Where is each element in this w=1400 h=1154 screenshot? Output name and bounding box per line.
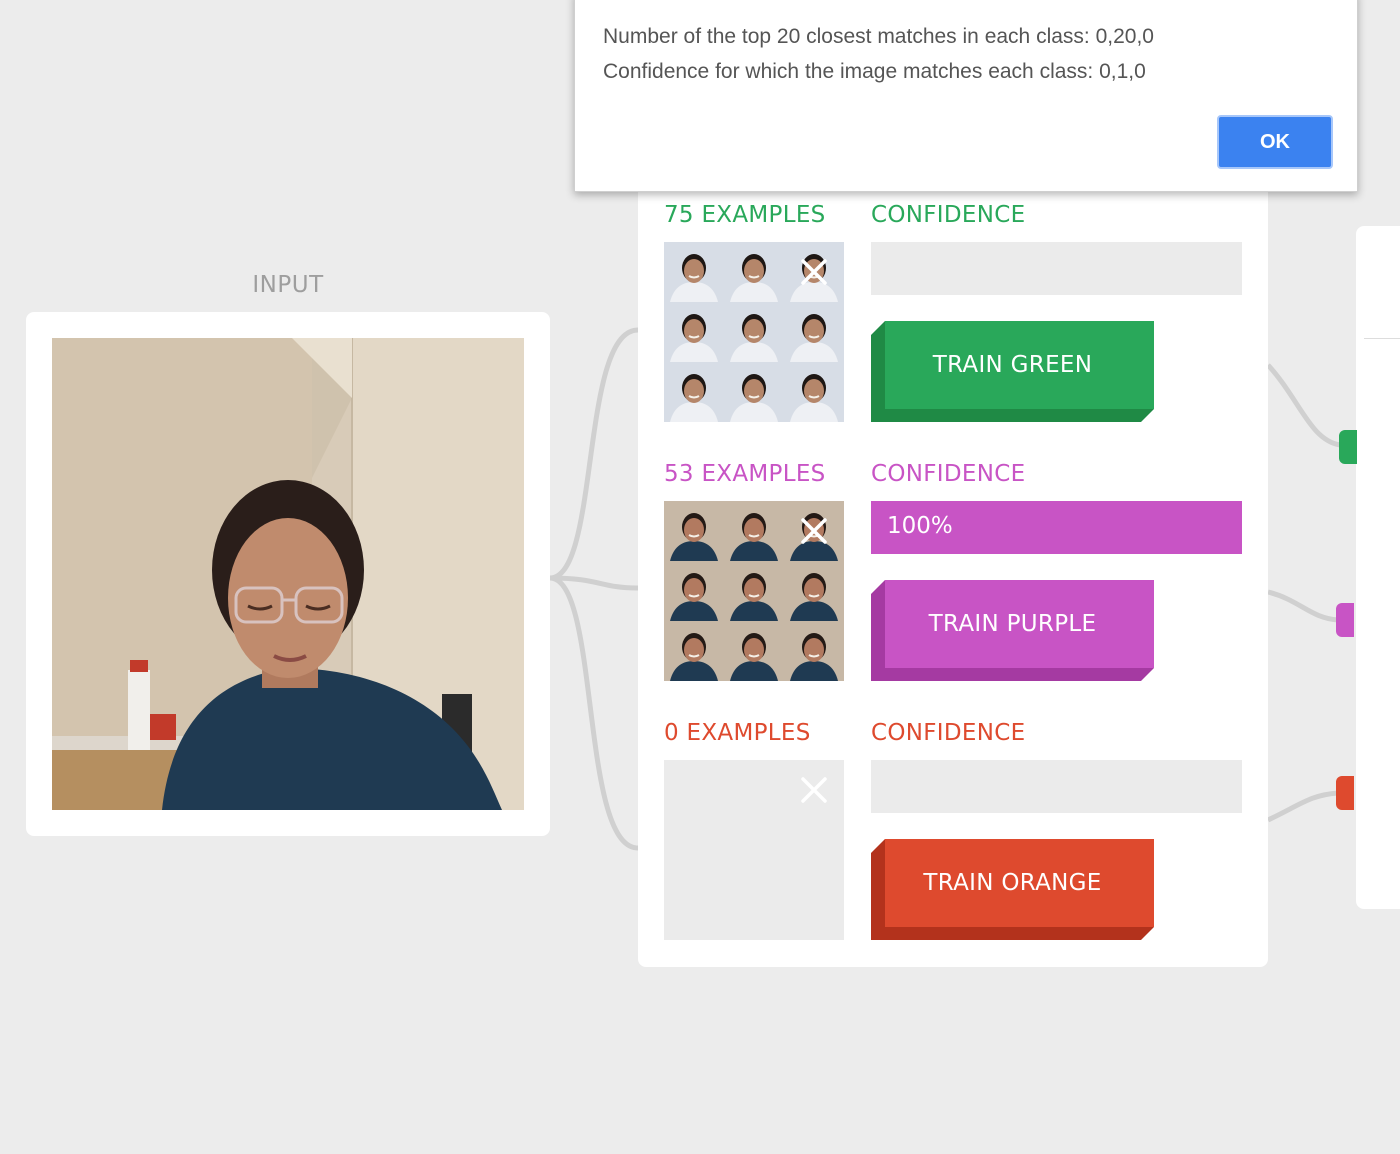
- learning-card: 75 EXAMPLES CONFIDENCE TRAIN GREEN 53 EXAMP…: [638, 170, 1268, 967]
- class-row-purple: 53 EXAMPLES CONFIDENCE 100% TRAIN PURPLE: [664, 429, 1244, 681]
- wire-purple-output: [1267, 589, 1339, 623]
- example-thumbnail: [724, 242, 784, 302]
- example-thumbnail: [664, 362, 724, 422]
- green-confidence-label: CONFIDENCE: [871, 202, 1026, 228]
- example-thumbnail: [724, 501, 784, 561]
- green-examples-thumbnails: [664, 242, 844, 422]
- example-thumbnail: [664, 242, 724, 302]
- train-purple-label: TRAIN PURPLE: [928, 611, 1097, 637]
- train-purple-button[interactable]: TRAIN PURPLE: [871, 580, 1154, 681]
- wire-input-green: [549, 327, 639, 581]
- purple-examples-count: 53 EXAMPLES: [664, 461, 826, 487]
- wire-input-orange: [549, 575, 639, 851]
- teachable-machine-stage: INPUT 75 EXAMPLES CONFIDENCE TRAIN GREEN…: [0, 0, 1400, 1154]
- ok-button[interactable]: OK: [1217, 115, 1333, 169]
- example-thumbnail: [664, 302, 724, 362]
- example-thumbnail: [724, 561, 784, 621]
- example-thumbnail: [784, 302, 844, 362]
- dialog-confidence-line: Confidence for which the image matches e…: [603, 60, 1146, 83]
- output-divider: [1364, 338, 1400, 339]
- class-row-green: 75 EXAMPLES CONFIDENCE TRAIN GREEN: [664, 170, 1244, 422]
- train-orange-button[interactable]: TRAIN ORANGE: [871, 839, 1154, 940]
- wire-orange-output: [1266, 790, 1339, 823]
- dialog-matches-line: Number of the top 20 closest matches in …: [603, 25, 1154, 48]
- orange-confidence-label: CONFIDENCE: [871, 720, 1026, 746]
- output-orange-connector: [1336, 776, 1354, 810]
- example-thumbnail: [664, 621, 724, 681]
- example-thumbnail: [664, 561, 724, 621]
- orange-examples-thumbnails: [664, 760, 844, 940]
- webcam-feed: [52, 338, 524, 810]
- train-green-button[interactable]: TRAIN GREEN: [871, 321, 1154, 422]
- example-thumbnail: [784, 362, 844, 422]
- example-thumbnail: [664, 501, 724, 561]
- output-green-connector: [1339, 430, 1357, 464]
- example-thumbnail: [724, 302, 784, 362]
- close-icon[interactable]: [798, 256, 830, 288]
- purple-confidence-value: 100%: [887, 513, 953, 539]
- output-card: [1356, 226, 1400, 909]
- output-purple-connector: [1336, 603, 1354, 637]
- example-thumbnail: [784, 621, 844, 681]
- input-card: [26, 312, 550, 836]
- purple-confidence-label: CONFIDENCE: [871, 461, 1026, 487]
- example-thumbnail: [724, 621, 784, 681]
- alert-dialog: Number of the top 20 closest matches in …: [574, 0, 1358, 192]
- example-thumbnail: [724, 362, 784, 422]
- input-label: INPUT: [252, 272, 324, 298]
- class-row-orange: 0 EXAMPLES CONFIDENCE TRAIN ORANGE: [664, 688, 1244, 940]
- purple-confidence-bar: 100%: [871, 501, 1242, 554]
- green-confidence-bar: [871, 242, 1242, 295]
- green-examples-count: 75 EXAMPLES: [664, 202, 826, 228]
- train-green-label: TRAIN GREEN: [932, 352, 1093, 378]
- orange-confidence-bar: [871, 760, 1242, 813]
- purple-examples-thumbnails: [664, 501, 844, 681]
- close-icon[interactable]: [798, 774, 830, 806]
- orange-examples-count: 0 EXAMPLES: [664, 720, 811, 746]
- example-thumbnail: [784, 561, 844, 621]
- close-icon[interactable]: [798, 515, 830, 547]
- wire-green-output: [1266, 363, 1341, 448]
- train-orange-label: TRAIN ORANGE: [923, 870, 1102, 896]
- webcam-image: [52, 338, 524, 810]
